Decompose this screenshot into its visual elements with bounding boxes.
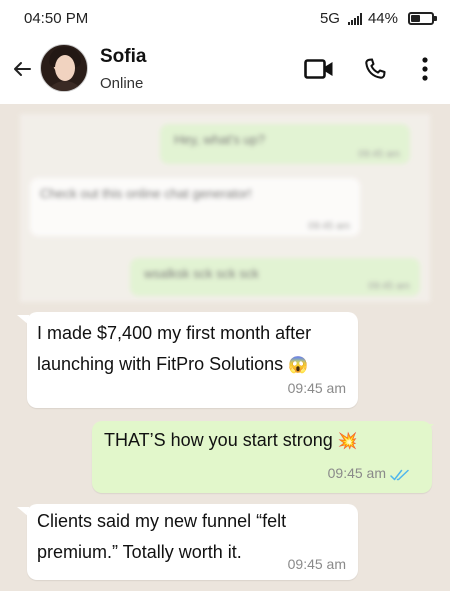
chat-area[interactable]: Hey, what's up? 09:45 am Check out this … bbox=[0, 104, 450, 591]
back-arrow-icon[interactable] bbox=[10, 57, 34, 81]
blurred-message: Hey, what's up? 09:45 am bbox=[160, 124, 410, 164]
message-bubble-incoming[interactable]: Clients said my new funnel “felt premium… bbox=[27, 504, 358, 580]
blurred-message: wsalksk sck sck sck 09:45 am bbox=[130, 258, 420, 296]
avatar[interactable] bbox=[40, 44, 88, 92]
message-text: Clients said my new funnel “felt premium… bbox=[37, 511, 287, 562]
message-time: 09:45 am bbox=[327, 465, 386, 481]
phone-icon[interactable] bbox=[362, 56, 388, 82]
blurred-history: Hey, what's up? 09:45 am Check out this … bbox=[20, 114, 430, 302]
battery-percent: 44% bbox=[367, 10, 398, 27]
network-label: 5G bbox=[319, 10, 340, 27]
signal-icon bbox=[347, 12, 362, 25]
chat-header: Sofia Online bbox=[0, 36, 450, 104]
status-bar: 04:50 PM 5G 44% bbox=[0, 0, 450, 36]
video-call-icon[interactable] bbox=[304, 58, 334, 80]
message-text: THAT’S how you start strong 💥 bbox=[104, 425, 358, 457]
blurred-message: Check out this online chat generator! 09… bbox=[30, 178, 360, 236]
scream-emoji-icon: 😱 bbox=[288, 356, 309, 374]
message-time: 09:45 am bbox=[287, 380, 346, 396]
collision-emoji-icon: 💥 bbox=[337, 432, 358, 450]
message-text: I made $7,400 my first month after launc… bbox=[37, 318, 311, 381]
status-time: 04:50 PM bbox=[24, 10, 89, 27]
contact-name[interactable]: Sofia bbox=[100, 46, 146, 68]
contact-status: Online bbox=[100, 75, 144, 92]
read-ticks-icon bbox=[390, 469, 409, 481]
message-bubble-incoming[interactable]: I made $7,400 my first month after launc… bbox=[27, 312, 358, 408]
more-menu-icon[interactable] bbox=[420, 56, 430, 82]
battery-icon bbox=[408, 12, 437, 25]
status-indicators: 5G 44% bbox=[319, 10, 437, 27]
message-time: 09:45 am bbox=[287, 556, 346, 572]
message-bubble-outgoing[interactable]: THAT’S how you start strong 💥 09:45 am bbox=[92, 421, 432, 493]
